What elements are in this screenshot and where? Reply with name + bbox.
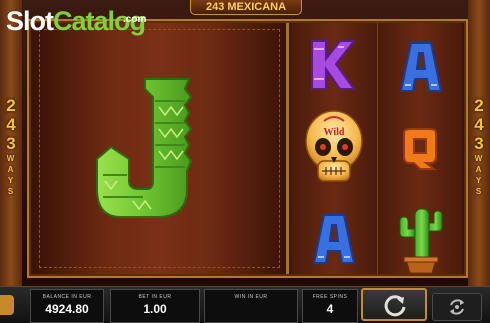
free-spins-label: FREE SPINS <box>312 294 348 300</box>
ways-digit: 3 <box>474 134 484 153</box>
reel-expanded <box>33 23 289 274</box>
symbol-a <box>312 214 356 264</box>
symbol-j-large <box>96 78 193 218</box>
logo-slot-text: Slot <box>6 6 54 36</box>
bottom-bar: BALANCE IN EUR 4924.80 BET IN EUR 1.00 W… <box>0 286 490 323</box>
bet-display[interactable]: BET IN EUR 1.00 <box>110 289 200 323</box>
symbol-k <box>311 40 356 90</box>
symbol-sugar-skull: Wild <box>305 110 363 182</box>
symbol-q <box>403 128 437 170</box>
balance-label: BALANCE IN EUR <box>42 294 92 300</box>
free-spins-value: 4 <box>326 302 334 316</box>
ways-indicator-right: 2 4 3 W A Y S <box>468 96 490 197</box>
menu-icon[interactable] <box>0 295 14 315</box>
autoplay-icon <box>450 299 464 315</box>
ways-letter: A <box>7 165 15 174</box>
game-title: 243 MEXICANA <box>190 0 302 15</box>
ways-digit: 3 <box>6 134 16 153</box>
free-spins-display: FREE SPINS 4 <box>302 289 358 323</box>
reel-3 <box>378 23 462 274</box>
ways-indicator-left: 2 4 3 W A Y S <box>0 96 22 197</box>
logo-com-text: .com <box>123 14 147 25</box>
ways-letter: S <box>475 187 483 196</box>
wild-label: Wild <box>324 127 345 138</box>
spin-arrow-icon <box>384 295 406 317</box>
ways-digit: 2 <box>6 96 16 115</box>
bet-value: 1.00 <box>143 302 167 316</box>
site-logo: SlotCatalog .com <box>6 6 147 36</box>
ways-letter: W <box>6 154 16 163</box>
reel-2: Wild <box>291 23 378 274</box>
win-label: WIN IN EUR <box>234 294 268 300</box>
ways-digit: 4 <box>6 115 16 134</box>
spin-button[interactable] <box>361 288 427 321</box>
ways-letter: S <box>7 187 15 196</box>
symbol-cactus <box>399 208 443 274</box>
ways-letter: Y <box>475 176 483 185</box>
reel-frame: Wild <box>27 19 468 278</box>
win-display: WIN IN EUR <box>204 289 298 323</box>
balance-display: BALANCE IN EUR 4924.80 <box>30 289 104 323</box>
ways-letter: A <box>475 165 483 174</box>
ways-letter: Y <box>7 176 15 185</box>
ways-letter: W <box>474 154 484 163</box>
bet-label: BET IN EUR <box>138 294 172 300</box>
ways-digit: 2 <box>474 96 484 115</box>
balance-value: 4924.80 <box>45 302 89 316</box>
autoplay-button[interactable] <box>432 293 482 321</box>
symbol-a <box>399 42 443 92</box>
ways-digit: 4 <box>474 115 484 134</box>
